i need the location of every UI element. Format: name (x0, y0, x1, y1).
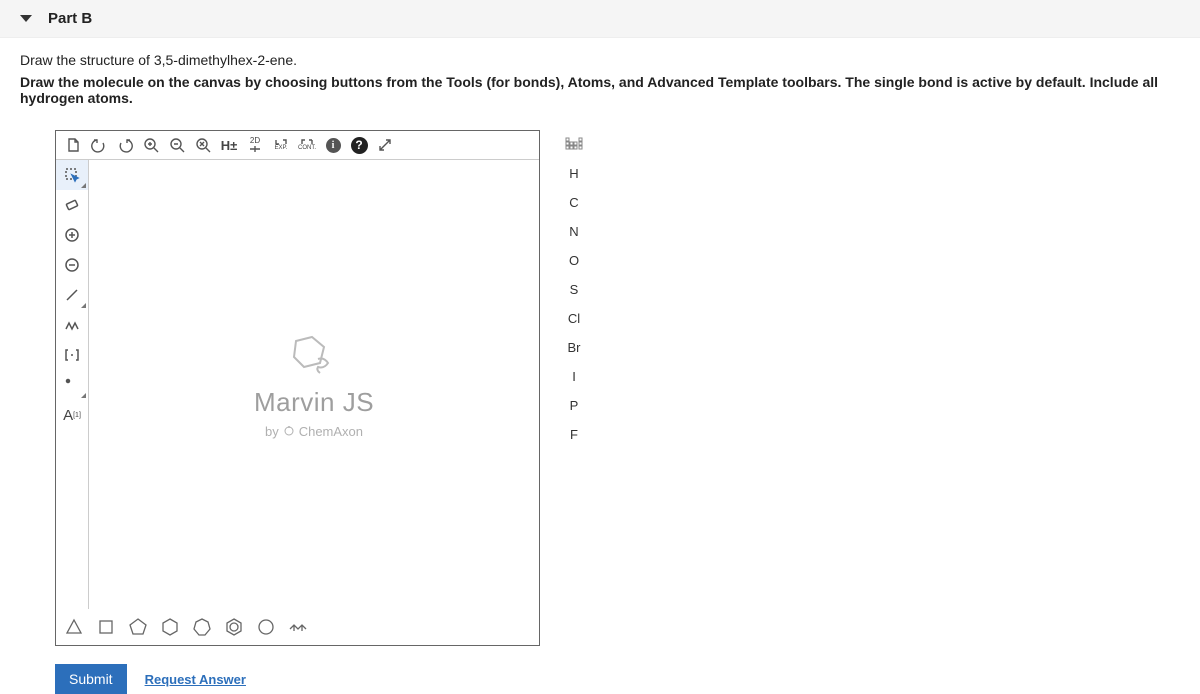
cyclohexane-chair-template[interactable] (284, 613, 312, 641)
expand-button[interactable]: EXP. (268, 133, 294, 157)
redo-icon (117, 137, 133, 153)
new-doc-button[interactable] (60, 133, 86, 157)
contract-button[interactable]: CONT. (294, 133, 320, 157)
part-header: Part B (0, 0, 1200, 38)
charge-minus-tool[interactable] (56, 250, 88, 280)
charge-plus-tool[interactable] (56, 220, 88, 250)
cyclopentane-template[interactable] (124, 613, 152, 641)
zoom-out-icon (169, 137, 185, 153)
atom-P[interactable]: P (558, 391, 590, 419)
square-icon (96, 617, 116, 637)
zoom-fit-button[interactable] (190, 133, 216, 157)
marquee-icon (64, 167, 80, 183)
help-icon: ? (351, 137, 368, 154)
benzene-template[interactable] (220, 613, 248, 641)
template-toolbar (56, 609, 539, 645)
selection-tool[interactable] (56, 160, 88, 190)
cyclopropane-template[interactable] (60, 613, 88, 641)
fullscreen-icon (377, 137, 393, 153)
erase-tool[interactable] (56, 190, 88, 220)
single-bond-icon (64, 287, 80, 303)
drawing-canvas[interactable]: Marvin JS by ChemAxon (88, 159, 539, 609)
zoom-in-button[interactable] (138, 133, 164, 157)
plus-circle-icon (64, 227, 80, 243)
atom-S[interactable]: S (558, 275, 590, 303)
collapse-caret-icon[interactable] (20, 15, 32, 22)
canvas-box: H± 2D EXP. CONT. i ? (55, 130, 540, 646)
zoom-in-icon (143, 137, 159, 153)
zoom-out-button[interactable] (164, 133, 190, 157)
fullscreen-button[interactable] (372, 133, 398, 157)
abbrev-tool[interactable]: A[1] (56, 400, 88, 430)
minus-circle-icon (64, 257, 80, 273)
naphthalene-icon (256, 617, 276, 637)
single-bond-tool[interactable] (56, 280, 88, 310)
brand-label: Marvin JS (254, 387, 374, 418)
left-toolbar: A[1] (56, 159, 88, 609)
atom-Cl[interactable]: Cl (558, 304, 590, 332)
chemaxon-icon (283, 425, 295, 437)
marvin-logo-icon (284, 331, 344, 379)
chain-tool[interactable] (56, 310, 88, 340)
periodic-table-icon (565, 137, 583, 151)
help-button[interactable]: ? (346, 133, 372, 157)
eraser-icon (64, 197, 80, 213)
heptagon-icon (192, 617, 212, 637)
clean-icon (249, 145, 261, 153)
bracket-icon (64, 347, 80, 363)
redo-button[interactable] (112, 133, 138, 157)
radical-tool[interactable] (56, 370, 88, 400)
info-icon: i (326, 138, 341, 153)
editor-main: A[1] Marvin JS by ChemAxon (56, 159, 539, 609)
cycloheptane-template[interactable] (188, 613, 216, 641)
file-icon (65, 137, 81, 153)
brand-byline: by ChemAxon (265, 424, 363, 439)
h-toggle-button[interactable]: H± (216, 133, 242, 157)
atom-F[interactable]: F (558, 420, 590, 448)
undo-icon (91, 137, 107, 153)
hexagon-icon (160, 617, 180, 637)
atom-H[interactable]: H (558, 159, 590, 187)
naphthalene-template[interactable] (252, 613, 280, 641)
atom-O[interactable]: O (558, 246, 590, 274)
pentagon-icon (128, 617, 148, 637)
atom-Br[interactable]: Br (558, 333, 590, 361)
chain-icon (64, 317, 80, 333)
cyclohexane-template[interactable] (156, 613, 184, 641)
benzene-icon (224, 617, 244, 637)
part-title: Part B (48, 10, 92, 27)
bracket-tool[interactable] (56, 340, 88, 370)
prompt-line-2: Draw the molecule on the canvas by choos… (20, 74, 1180, 106)
editor-wrap: H± 2D EXP. CONT. i ? (55, 130, 1145, 646)
info-button[interactable]: i (320, 133, 346, 157)
cyclobutane-template[interactable] (92, 613, 120, 641)
prompt-area: Draw the structure of 3,5-dimethylhex-2-… (0, 38, 1200, 120)
triangle-icon (64, 617, 84, 637)
zoom-fit-icon (195, 137, 211, 153)
clean-2d-button[interactable]: 2D (242, 133, 268, 157)
periodic-table-button[interactable] (558, 130, 590, 158)
atom-I[interactable]: I (558, 362, 590, 390)
undo-button[interactable] (86, 133, 112, 157)
top-toolbar: H± 2D EXP. CONT. i ? (56, 131, 539, 159)
prompt-line-1: Draw the structure of 3,5-dimethylhex-2-… (20, 52, 1180, 68)
atom-N[interactable]: N (558, 217, 590, 245)
atom-C[interactable]: C (558, 188, 590, 216)
radical-icon (64, 377, 80, 393)
request-answer-link[interactable]: Request Answer (145, 672, 246, 687)
chair-icon (288, 617, 308, 637)
atom-toolbar: H C N O S Cl Br I P F (558, 130, 594, 449)
